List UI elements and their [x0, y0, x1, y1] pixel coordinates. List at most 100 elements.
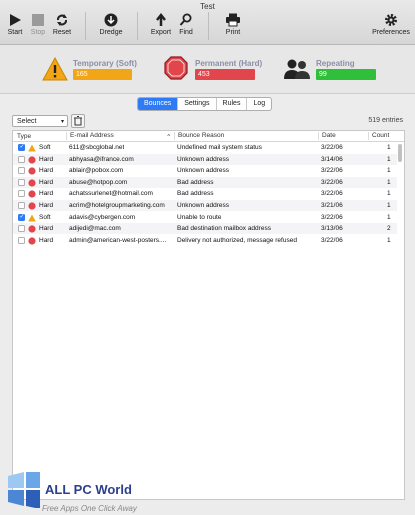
- table-header: Type E-mail Address ⌃ Bounce Reason Date…: [13, 131, 404, 142]
- row-email: abhyasa@ifrance.com: [69, 155, 134, 163]
- repeating-label: Repeating: [316, 59, 355, 68]
- dredge-button[interactable]: Dredge: [91, 13, 131, 36]
- tab-rules[interactable]: Rules: [217, 98, 248, 110]
- window-title: Test: [200, 2, 215, 11]
- trash-icon: [74, 116, 82, 126]
- print-button[interactable]: Print: [213, 13, 253, 36]
- row-checkbox[interactable]: [18, 213, 25, 221]
- selection-dropdown[interactable]: Select ▾: [12, 115, 68, 127]
- table-row[interactable]: Hard admin@american-west-posters.... Deliv…: [13, 235, 397, 246]
- entries-count: 519 entries: [368, 117, 403, 124]
- stop-sign-icon: [28, 155, 36, 164]
- row-bounce-reason: Delivery not authorized, message refused: [177, 236, 297, 244]
- column-header-count[interactable]: Count: [368, 132, 389, 140]
- row-bounce-reason: Unknown address: [177, 167, 230, 175]
- row-date: 3/22/06: [321, 190, 343, 198]
- row-type: Hard: [39, 178, 54, 186]
- view-tabs: Bounces Settings Rules Log: [137, 97, 273, 111]
- row-date: 3/21/06: [321, 202, 343, 209]
- row-checkbox[interactable]: [18, 178, 25, 186]
- row-email: abuse@hotpop.com: [69, 178, 128, 186]
- row-bounce-reason: Unable to route: [177, 213, 222, 221]
- download-icon: [104, 13, 118, 27]
- row-checkbox[interactable]: [18, 236, 25, 244]
- gear-icon: [385, 14, 397, 26]
- repeating-count-badge: 99: [316, 69, 376, 80]
- column-header-type[interactable]: Type: [17, 133, 31, 140]
- row-date: 3/14/06: [321, 155, 343, 163]
- table-row[interactable]: Hard adijedi@mac.com Bad destination mailb…: [13, 223, 397, 235]
- row-count: 1: [387, 202, 391, 209]
- stop-sign-icon: [28, 225, 36, 233]
- delete-button[interactable]: [71, 114, 85, 128]
- dredge-label: Dredge: [99, 29, 123, 36]
- row-count: 1: [387, 144, 391, 151]
- row-bounce-reason: Unknown address: [177, 202, 230, 209]
- find-button[interactable]: Find: [166, 13, 206, 36]
- row-email: acrim@hotelgroupmarketing.com: [69, 202, 165, 209]
- row-checkbox[interactable]: [18, 167, 25, 175]
- stop-sign-icon: [28, 237, 36, 245]
- row-checkbox[interactable]: [18, 225, 25, 233]
- temporary-label: Temporary (Soft): [73, 59, 137, 68]
- stop-sign-icon: [28, 167, 36, 175]
- find-label: Find: [179, 29, 193, 36]
- row-type: Hard: [39, 167, 54, 175]
- row-date: 3/22/06: [321, 167, 343, 175]
- column-header-reason[interactable]: Bounce Reason: [174, 132, 224, 140]
- row-checkbox[interactable]: [18, 190, 25, 198]
- sort-ascending-icon: ⌃: [166, 134, 172, 141]
- watermark-subtitle: Free Apps One Click Away: [42, 504, 137, 513]
- print-label: Print: [225, 29, 241, 36]
- row-bounce-reason: Unknown address: [177, 155, 230, 163]
- row-date: 3/22/06: [321, 213, 343, 221]
- tab-bounces[interactable]: Bounces: [138, 98, 179, 110]
- row-bounce-reason: Bad address: [177, 178, 214, 186]
- row-date: 3/13/06: [321, 225, 343, 233]
- row-type: Hard: [39, 225, 54, 233]
- row-count: 1: [387, 155, 391, 163]
- table-row[interactable]: Hard abhyasa@ifrance.com Unknown address 3/…: [13, 153, 397, 165]
- row-count: 2: [387, 225, 391, 233]
- row-count: 1: [387, 213, 391, 221]
- row-bounce-reason: Bad destination mailbox address: [177, 225, 271, 233]
- tab-settings[interactable]: Settings: [178, 98, 217, 110]
- stop-sign-icon: [164, 56, 188, 80]
- table-row[interactable]: Soft adavis@cybergen.com Unable to route 3/…: [13, 212, 397, 223]
- table-row[interactable]: Hard acrim@hotelgroupmarketing.com Unknown…: [13, 200, 397, 211]
- warning-icon: [42, 57, 68, 81]
- row-email: 611@sbcglobal.net: [69, 144, 125, 151]
- table-row[interactable]: Soft 611@sbcglobal.net Undefined mail syst…: [13, 142, 397, 153]
- row-count: 1: [387, 178, 391, 186]
- printer-icon: [226, 13, 240, 27]
- reset-button[interactable]: Reset: [42, 13, 82, 36]
- tab-log[interactable]: Log: [247, 98, 271, 110]
- row-date: 3/22/06: [321, 236, 343, 244]
- row-count: 1: [387, 167, 391, 175]
- toolbar-divider: [85, 12, 86, 40]
- permanent-count-badge: 453: [195, 69, 255, 80]
- warning-icon: [28, 214, 36, 222]
- column-header-email[interactable]: E-mail Address: [66, 132, 114, 140]
- row-type: Hard: [39, 155, 54, 163]
- row-type: Soft: [39, 213, 51, 221]
- bounces-table[interactable]: Type E-mail Address ⌃ Bounce Reason Date…: [12, 130, 405, 500]
- stop-sign-icon: [28, 179, 36, 187]
- column-header-date[interactable]: Date: [318, 132, 336, 140]
- vertical-scrollbar[interactable]: [398, 144, 402, 162]
- preferences-button[interactable]: Preferences: [367, 13, 415, 36]
- watermark-logo-icon: [8, 472, 40, 508]
- row-email: adijedi@mac.com: [69, 225, 121, 233]
- row-bounce-reason: Bad address: [177, 190, 214, 198]
- row-checkbox[interactable]: [18, 202, 25, 209]
- toolbar: Test Start Stop Reset Dredge Export Find: [0, 0, 415, 45]
- selection-dropdown-value: Select: [17, 118, 37, 125]
- row-checkbox[interactable]: [18, 155, 25, 163]
- row-email: admin@american-west-posters....: [69, 236, 167, 244]
- table-row[interactable]: Hard abuse@hotpop.com Bad address 3/22/06 1: [13, 176, 397, 188]
- row-date: 3/22/06: [321, 178, 343, 186]
- row-date: 3/22/06: [321, 144, 343, 151]
- table-row[interactable]: Hard achatssurlenet@hotmail.com Bad addres…: [13, 188, 397, 199]
- table-row[interactable]: Hard ablair@pobox.com Unknown address 3/22/…: [13, 165, 397, 176]
- row-checkbox[interactable]: [18, 143, 25, 151]
